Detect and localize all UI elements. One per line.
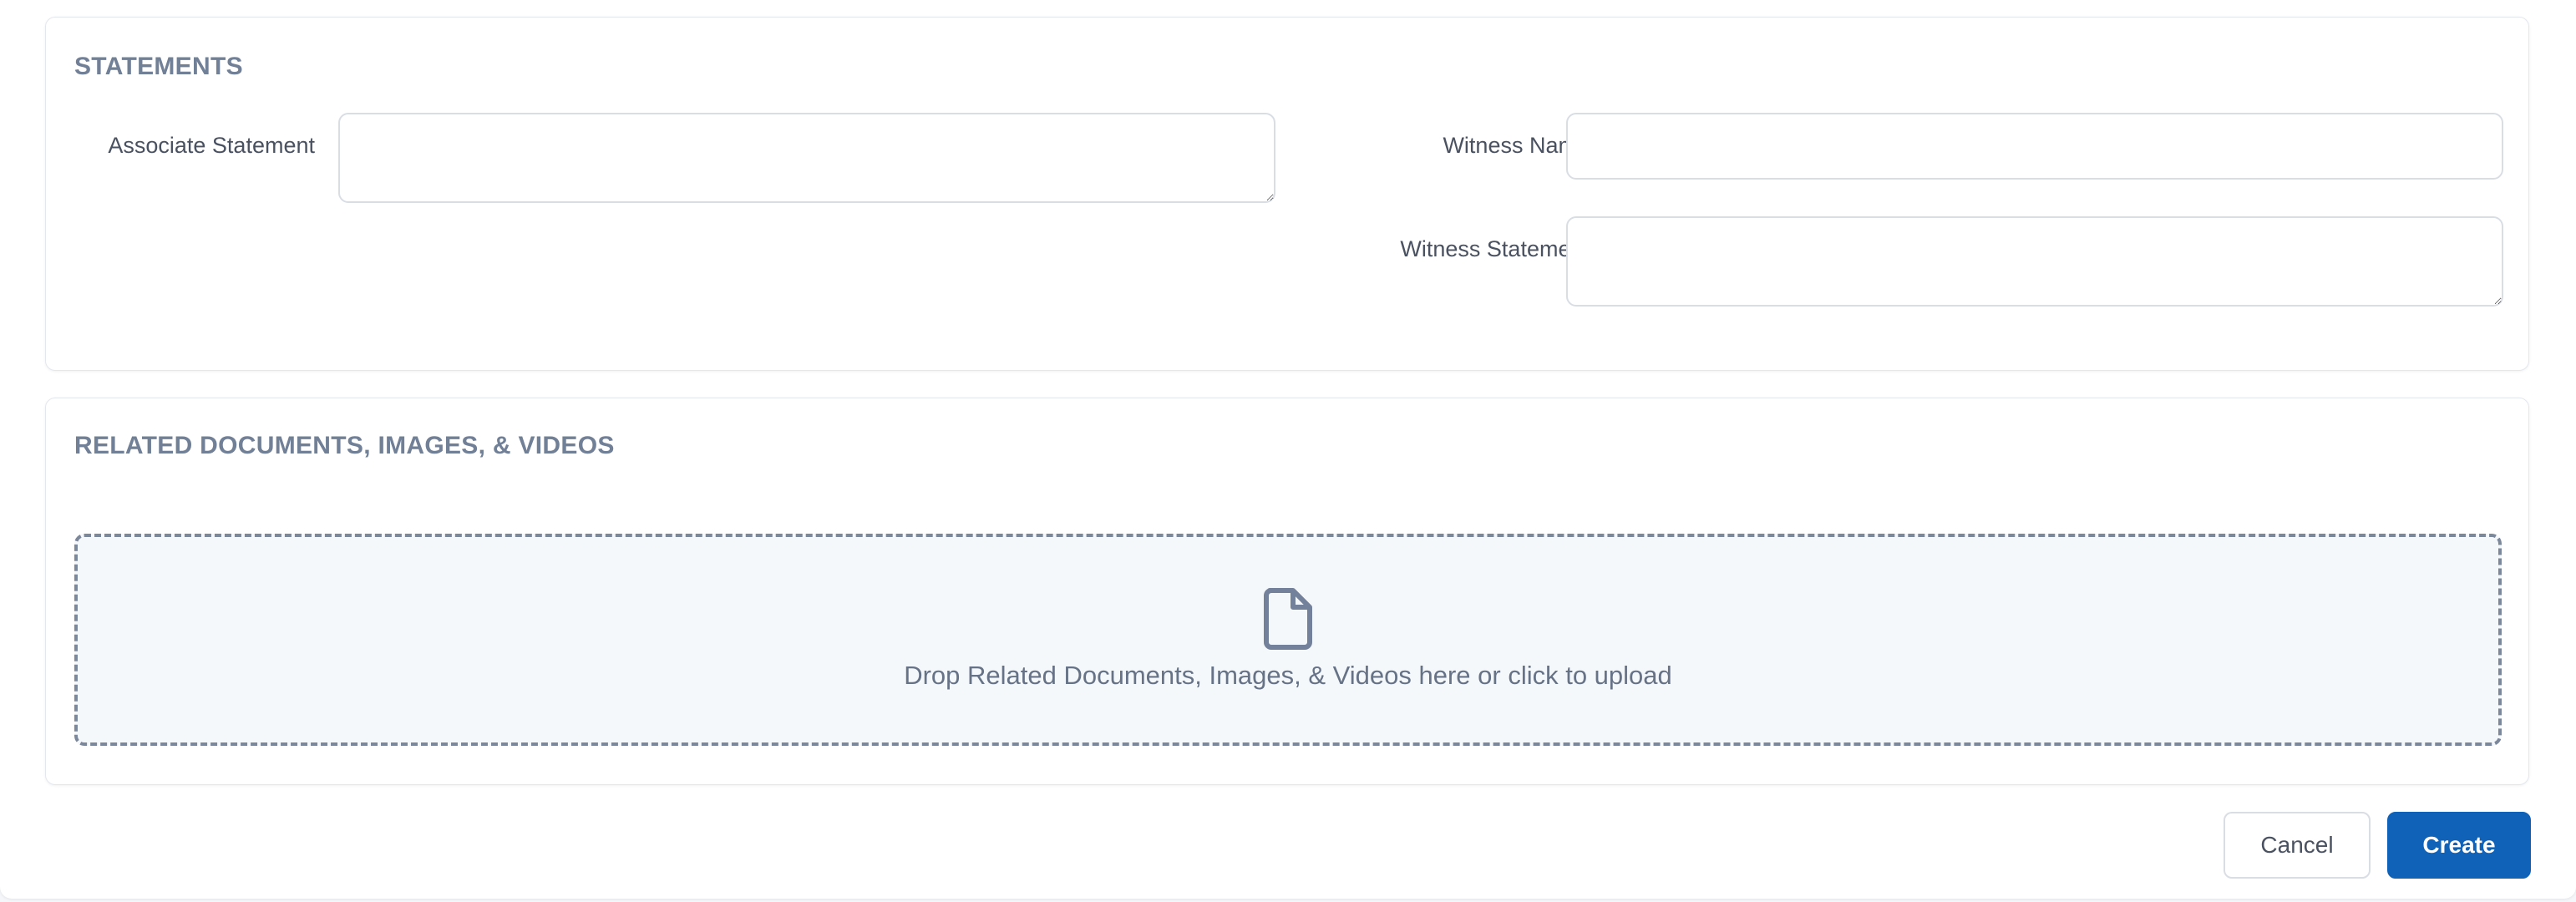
related-documents-section-title: RELATED DOCUMENTS, IMAGES, & VIDEOS: [74, 432, 615, 459]
associate-statement-textarea[interactable]: [338, 113, 1275, 203]
dropzone-instructions: Drop Related Documents, Images, & Videos…: [904, 661, 1672, 690]
related-documents-section: RELATED DOCUMENTS, IMAGES, & VIDEOS Drop…: [45, 398, 2529, 785]
create-button[interactable]: Create: [2387, 812, 2531, 879]
file-upload-dropzone[interactable]: Drop Related Documents, Images, & Videos…: [74, 534, 2502, 746]
file-icon: [1264, 588, 1312, 650]
associate-statement-label: Associate Statement: [108, 133, 315, 158]
incident-form-page: STATEMENTS Associate Statement Witness N…: [0, 0, 2576, 902]
form-container: STATEMENTS Associate Statement Witness N…: [0, 0, 2576, 899]
witness-name-label: Witness Name: [1443, 133, 1590, 158]
cancel-button[interactable]: Cancel: [2224, 812, 2371, 879]
witness-statement-textarea[interactable]: [1566, 216, 2503, 307]
statements-section: STATEMENTS Associate Statement Witness N…: [45, 17, 2529, 371]
witness-statement-label: Witness Statement: [1400, 236, 1590, 261]
witness-name-input[interactable]: [1566, 113, 2503, 180]
statements-section-title: STATEMENTS: [74, 53, 243, 80]
